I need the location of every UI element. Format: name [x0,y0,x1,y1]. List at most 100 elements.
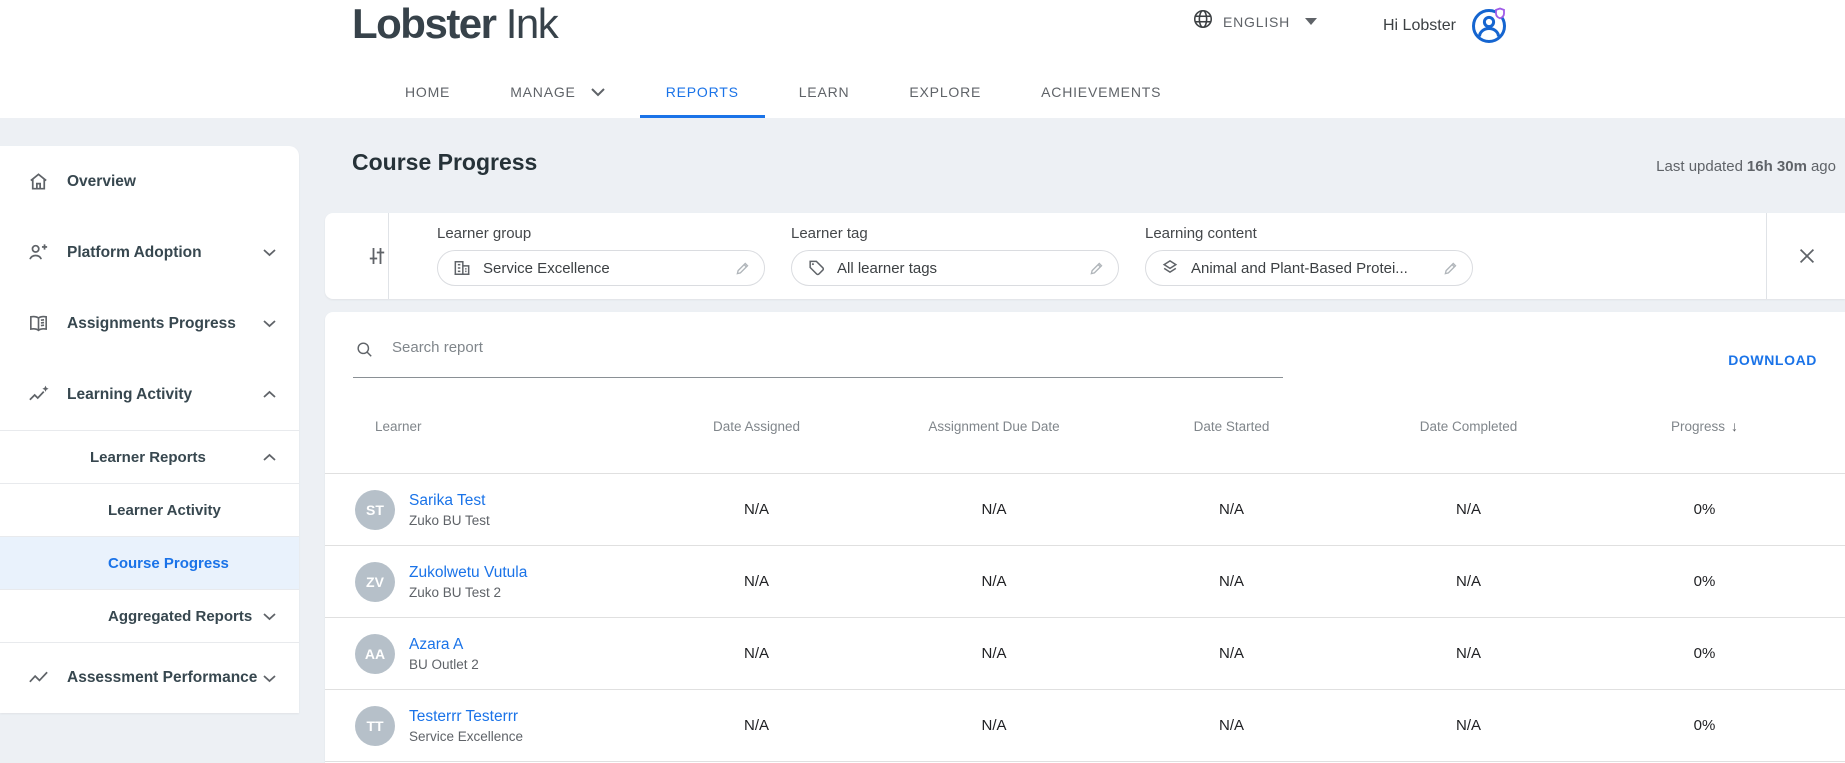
globe-icon [1192,8,1214,35]
tag-icon [806,258,826,278]
learner-name-link[interactable]: Azara A [409,635,479,654]
learner-name-link[interactable]: Sarika Test [409,491,490,510]
search-field[interactable] [353,336,1283,378]
tab-achievements[interactable]: ACHIEVEMENTS [1011,66,1191,118]
lobster-ink-logo[interactable]: Lobster Ink [352,0,559,48]
trend-sparkle-icon [26,383,50,407]
main-nav: HOME MANAGE REPORTS LEARN EXPLORE ACHIEV… [375,66,1191,118]
book-icon [26,312,50,336]
search-icon [355,340,374,359]
tab-reports[interactable]: REPORTS [636,66,769,118]
learner-group-filter: Learner group Service Excellence [437,225,765,286]
due-date-value: N/A [981,645,1007,662]
date-completed-value: N/A [1455,717,1481,734]
layers-icon [1160,258,1180,278]
learner-cell: ST Sarika Test Zuko BU Test [353,489,638,530]
edit-pencil-icon[interactable] [1088,259,1106,277]
close-icon[interactable] [1796,245,1818,272]
report-table-card: DOWNLOAD Learner Date Assigned Assignmen… [325,312,1845,763]
sidebar-item-assignments-progress[interactable]: Assignments Progress [0,288,299,359]
sidebar-item-course-progress[interactable]: Course Progress [0,536,299,589]
tab-explore[interactable]: EXPLORE [879,66,1011,118]
learner-group-pill[interactable]: Service Excellence [437,250,765,286]
language-label: ENGLISH [1223,13,1291,30]
due-date-value: N/A [981,573,1007,590]
table-row[interactable]: ZV Zukolwetu Vutula Zuko BU Test 2 N/A N/… [325,546,1845,618]
learner-tag-value: All learner tags [837,259,938,277]
learner-group-label: Learner group [437,225,532,242]
due-date-value: N/A [981,717,1007,734]
sidebar-item-learning-activity[interactable]: Learning Activity [0,359,299,430]
building-icon [452,258,472,278]
edit-pencil-icon[interactable] [734,259,752,277]
progress-value: 0% [1693,501,1716,518]
learning-content-label: Learning content [1145,225,1257,242]
divider [1766,213,1767,299]
sidebar-item-learner-reports[interactable]: Learner Reports [0,430,299,483]
sidebar-item-assessment-performance[interactable]: Assessment Performance [0,642,299,713]
sidebar-item-platform-adoption[interactable]: Platform Adoption [0,217,299,288]
progress-value: 0% [1693,573,1716,590]
chevron-down-icon [262,248,277,257]
shield-badge-icon [1495,7,1505,20]
date-assigned-value: N/A [743,717,769,734]
tab-home[interactable]: HOME [375,66,480,118]
learning-content-pill[interactable]: Animal and Plant-Based Protei... [1145,250,1473,286]
tab-learn[interactable]: LEARN [769,66,880,118]
date-started-value: N/A [1218,645,1244,662]
trend-line-icon [26,666,50,690]
learner-name-link[interactable]: Testerrr Testerrr [409,707,523,726]
table-header: Learner Date Assigned Assignment Due Dat… [325,379,1845,474]
learner-avatar: AA [355,633,395,674]
learner-cell: AA Azara A BU Outlet 2 [353,633,638,674]
date-assigned-value: N/A [743,645,769,662]
column-header-date-started[interactable]: Date Started [1113,419,1350,434]
edit-pencil-icon[interactable] [1442,259,1460,277]
sidebar-item-overview[interactable]: Overview [0,146,299,217]
column-header-date-assigned[interactable]: Date Assigned [638,419,875,434]
table-row[interactable]: TT Testerrr Testerrr Service Excellence N… [325,690,1845,762]
search-input[interactable] [392,336,1283,356]
learner-tag-filter: Learner tag All learner tags [791,225,1119,286]
language-selector[interactable]: ENGLISH [1192,8,1318,35]
column-header-assignment-due-date[interactable]: Assignment Due Date [875,419,1113,434]
date-completed-value: N/A [1455,573,1481,590]
user-greeting: Hi Lobster [1383,17,1456,34]
chevron-down-icon [262,612,277,621]
page-title: Course Progress [352,149,538,175]
column-header-learner[interactable]: Learner [353,419,638,434]
filter-fields: Learner group Service Excellence Learner… [437,225,1473,286]
date-started-value: N/A [1218,717,1244,734]
date-started-value: N/A [1218,573,1244,590]
learner-group-name: Service Excellence [409,729,524,745]
last-updated: Last updated 16h 30m ago [1656,158,1836,175]
avatar[interactable] [1470,6,1510,46]
learner-tag-pill[interactable]: All learner tags [791,250,1119,286]
column-header-date-completed[interactable]: Date Completed [1350,419,1587,434]
person-add-icon [26,241,50,265]
date-assigned-value: N/A [743,573,769,590]
date-started-value: N/A [1218,501,1244,518]
learner-avatar: ST [355,489,395,530]
user-menu[interactable]: Hi Lobster [1383,6,1510,46]
tab-manage[interactable]: MANAGE [480,66,635,118]
column-header-progress[interactable]: Progress ↓ [1587,418,1822,434]
due-date-value: N/A [981,501,1007,518]
learner-avatar: TT [355,705,395,746]
table-row[interactable]: ST Sarika Test Zuko BU Test N/A N/A N/A N… [325,474,1845,546]
learner-group-name: Zuko BU Test 2 [409,585,502,601]
learner-group-name: BU Outlet 2 [409,657,479,673]
sidebar-item-aggregated-reports[interactable]: Aggregated Reports [0,589,299,642]
learner-tag-label: Learner tag [791,225,868,242]
sidebar-item-learner-activity[interactable]: Learner Activity [0,483,299,536]
reports-sidebar: Overview Platform Adoption Assignments P… [0,146,299,713]
filter-tune-icon[interactable] [365,244,389,273]
table-row[interactable]: AA Azara A BU Outlet 2 N/A N/A N/A N/A 0% [325,618,1845,690]
download-button[interactable]: DOWNLOAD [1728,352,1817,368]
chevron-down-icon [1305,18,1318,25]
learner-cell: TT Testerrr Testerrr Service Excellence [353,705,638,746]
learner-group-name: Zuko BU Test [409,513,490,529]
learner-name-link[interactable]: Zukolwetu Vutula [409,563,527,582]
search-row: DOWNLOAD [325,312,1845,379]
sort-descending-icon[interactable]: ↓ [1731,418,1738,434]
